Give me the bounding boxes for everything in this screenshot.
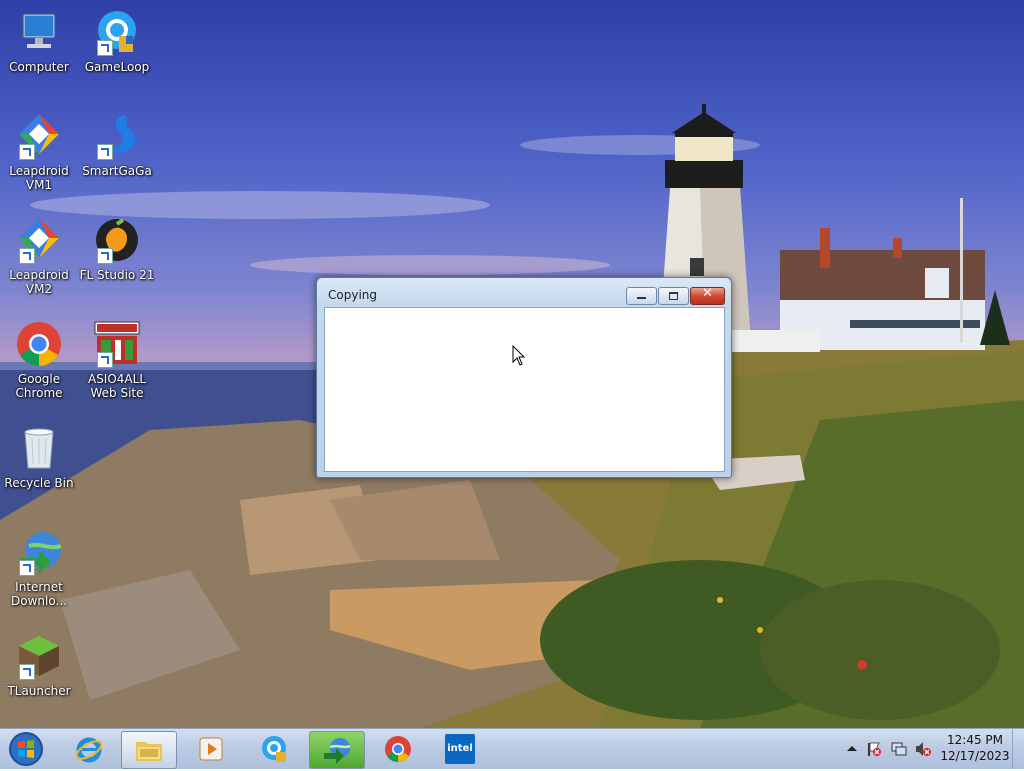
- internet-download-manager-icon: [324, 738, 351, 764]
- start-orb-icon: [9, 732, 43, 766]
- taskbar-gameloop[interactable]: [247, 731, 301, 767]
- desktop-icon-label: FL Studio 21: [79, 268, 155, 282]
- desktop-icon-google-chrome[interactable]: Google Chrome: [0, 320, 78, 400]
- show-hidden-icons-chevron[interactable]: [844, 741, 860, 757]
- desktop-icon-label: Leapdroid VM2: [9, 268, 69, 296]
- desktop-icon-label: Recycle Bin: [4, 476, 74, 490]
- shortcut-arrow-icon: [19, 664, 35, 680]
- copying-dialog-window[interactable]: Copying ✕: [316, 277, 732, 478]
- desktop-icon-smartgaga[interactable]: SmartGaGa: [78, 112, 156, 178]
- leapdroid-icon: [15, 112, 63, 160]
- action-center-flag-icon[interactable]: [866, 741, 882, 757]
- taskbar-clock[interactable]: 12:45 PM 12/17/2023: [940, 729, 1010, 769]
- taskbar-internet-download-manager[interactable]: [309, 731, 365, 769]
- desktop-icon-label: Computer: [9, 60, 69, 74]
- smartgaga-icon: [93, 112, 141, 160]
- desktop-icon-gameloop[interactable]: GameLoop: [78, 8, 156, 74]
- desktop-icon-label: TLauncher: [7, 684, 71, 698]
- gameloop-icon: [93, 8, 141, 56]
- recycle-bin-icon: [15, 424, 63, 472]
- intel-icon: intel: [445, 734, 475, 764]
- desktop-icon-label: Leapdroid VM1: [9, 164, 69, 192]
- taskbar-intel[interactable]: intel: [433, 731, 487, 767]
- desktop-icon-label: GameLoop: [84, 60, 150, 74]
- shortcut-arrow-icon: [97, 40, 113, 56]
- shortcut-arrow-icon: [97, 144, 113, 160]
- clock-time: 12:45 PM: [947, 733, 1003, 747]
- taskbar-internet-explorer[interactable]: [62, 731, 116, 767]
- desktop-icon-recycle-bin[interactable]: Recycle Bin: [0, 424, 78, 490]
- file-explorer-icon: [136, 742, 162, 761]
- asio4all-icon: [93, 320, 141, 368]
- media-player-icon: [199, 737, 223, 761]
- window-client-area: [324, 307, 725, 472]
- fl-studio-icon: [93, 216, 141, 264]
- shortcut-arrow-icon: [97, 248, 113, 264]
- network-icon[interactable]: [891, 741, 907, 757]
- shortcut-arrow-icon: [19, 560, 35, 576]
- desktop-icon-asio4all[interactable]: ASIO4ALL Web Site: [78, 320, 156, 400]
- internet-explorer-icon: [75, 737, 103, 763]
- desktop-icon-fl-studio[interactable]: FL Studio 21: [78, 216, 156, 282]
- chrome-icon: [385, 736, 411, 763]
- window-title: Copying: [328, 288, 377, 302]
- taskbar-file-explorer[interactable]: [121, 731, 177, 769]
- desktop-icon-internet-download-manager[interactable]: Internet Downlo...: [0, 528, 78, 608]
- desktop-icon-leapdroid-vm1[interactable]: Leapdroid VM1: [0, 112, 78, 192]
- desktop-icon-label: ASIO4ALL Web Site: [87, 372, 147, 400]
- close-button[interactable]: ✕: [690, 286, 725, 305]
- taskbar-media-player[interactable]: [184, 731, 238, 767]
- internet-download-manager-icon: [15, 528, 63, 576]
- close-icon: ✕: [702, 286, 713, 301]
- volume-muted-icon[interactable]: [915, 741, 931, 757]
- desktop-icon-label: Internet Downlo...: [11, 580, 67, 608]
- desktop-icon-computer[interactable]: Computer: [0, 8, 78, 74]
- minimize-button[interactable]: [626, 287, 657, 305]
- taskbar: intel 12:45 PM 12/17/2023: [0, 728, 1024, 769]
- mouse-cursor-icon: [512, 345, 526, 366]
- desktop-icon-tlauncher[interactable]: TLauncher: [0, 632, 78, 698]
- leapdroid-icon: [15, 216, 63, 264]
- clock-date: 12/17/2023: [940, 749, 1010, 763]
- taskbar-chrome[interactable]: [371, 731, 425, 767]
- desktop-icon-label: Google Chrome: [15, 372, 63, 400]
- chrome-icon: [15, 320, 63, 368]
- tlauncher-icon: [15, 632, 63, 680]
- desktop-icon-leapdroid-vm2[interactable]: Leapdroid VM2: [0, 216, 78, 296]
- shortcut-arrow-icon: [19, 144, 35, 160]
- show-desktop-button[interactable]: [1012, 729, 1024, 769]
- shortcut-arrow-icon: [19, 248, 35, 264]
- maximize-button[interactable]: [658, 287, 689, 305]
- start-button[interactable]: [6, 730, 46, 768]
- computer-icon: [15, 8, 63, 56]
- desktop-icon-label: SmartGaGa: [82, 164, 152, 178]
- shortcut-arrow-icon: [97, 352, 113, 368]
- gameloop-icon: [262, 736, 286, 762]
